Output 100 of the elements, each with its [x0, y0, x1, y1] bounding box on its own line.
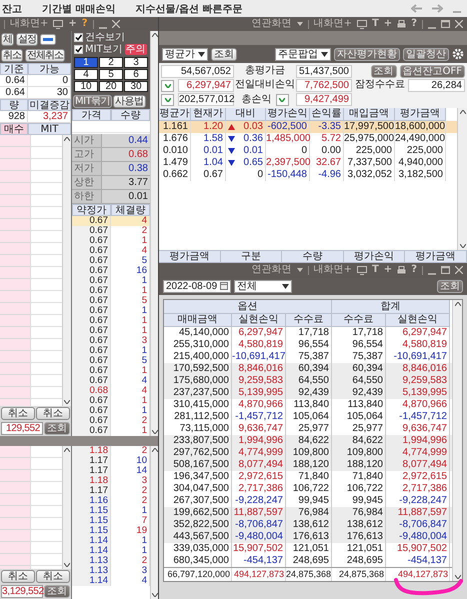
trade-row[interactable]: 0.67 2	[72, 416, 150, 426]
quantity-key[interactable]: 1	[74, 57, 98, 68]
quantity-key[interactable]: 2	[99, 57, 123, 68]
dropdown-button[interactable]	[161, 94, 174, 106]
quantity-key[interactable]: 4	[74, 69, 98, 80]
help-button[interactable]: ?	[411, 264, 417, 276]
scrollbar[interactable]	[62, 446, 71, 569]
scroll-down-icon[interactable]	[152, 430, 158, 434]
trade-row[interactable]: 0.67 4	[72, 376, 150, 386]
asset-status-button[interactable]: 자산평가현황	[334, 48, 400, 60]
trade-row[interactable]: 1.13 3	[72, 566, 150, 576]
price-basis-dropdown[interactable]: 평균가	[162, 48, 208, 60]
trade-row[interactable]: 0.67 1	[72, 286, 150, 296]
filter-dropdown[interactable]: 전체	[234, 280, 292, 292]
monitor-icon[interactable]	[53, 20, 64, 28]
chevron-down-icon[interactable]	[164, 84, 170, 88]
calendar-icon[interactable]	[220, 282, 228, 290]
monitor-icon[interactable]	[356, 20, 367, 28]
position-row[interactable]: 1.161 1.20 0.03 -602,500 -3.35 17,997,50018,600,000	[159, 121, 457, 133]
my-screen-menu[interactable]: 내화면+	[314, 264, 352, 276]
caret-icon[interactable]	[321, 52, 328, 56]
trade-row[interactable]: 1.15 1	[72, 506, 150, 516]
query-button[interactable]: 조회	[211, 48, 237, 60]
quantity-key[interactable]: 20	[99, 81, 123, 92]
liquidate-all-button[interactable]: 일괄청산	[403, 48, 449, 60]
add-button[interactable]: +	[384, 18, 392, 30]
checkbox[interactable]	[74, 32, 83, 42]
scroll-down-icon[interactable]	[64, 563, 70, 567]
cancel-button[interactable]: 취소	[36, 570, 70, 583]
scroll-down-icon[interactable]	[460, 244, 466, 248]
date-field[interactable]: 2022-08-09	[163, 280, 232, 292]
trade-row[interactable]: 1.15 7	[72, 516, 150, 526]
printer-icon[interactable]	[397, 266, 406, 274]
chevron-down-icon[interactable]	[164, 98, 170, 102]
trade-row[interactable]: 1.15 19	[72, 526, 150, 536]
related-screens-menu[interactable]: 연관화면	[252, 264, 292, 276]
close-icon[interactable]	[455, 266, 463, 274]
dropdown-button[interactable]	[276, 94, 288, 106]
maximize-icon[interactable]	[441, 20, 450, 28]
menu-tab[interactable]: 기간별 매매손익	[42, 2, 116, 16]
scroll-up-icon[interactable]	[64, 448, 70, 452]
related-screens-menu[interactable]: 연관화면	[252, 18, 292, 30]
forward-arrow-icon[interactable]	[432, 4, 443, 13]
quantity-key[interactable]: 10	[74, 81, 98, 92]
chevron-down-icon[interactable]	[279, 98, 285, 102]
trade-row[interactable]: 1.17 10	[72, 456, 150, 466]
close-icon[interactable]	[112, 20, 120, 28]
scroll-down-icon[interactable]	[152, 593, 158, 597]
trade-row[interactable]: 1.18 2	[72, 446, 150, 456]
trade-row[interactable]: 1.14 4	[72, 576, 150, 586]
order-popup-dropdown[interactable]: 주문팝업	[275, 48, 331, 60]
trade-row[interactable]: 0.67 1	[72, 276, 150, 286]
trade-row[interactable]: 0.67 1	[72, 326, 150, 336]
menu-tab[interactable]: 잔고	[2, 2, 22, 16]
trade-row[interactable]: 0.67 1	[72, 236, 150, 246]
trade-row[interactable]: 0.67 3	[72, 336, 150, 346]
trade-row[interactable]: 0.67 1	[72, 316, 150, 326]
menu-tab[interactable]: 지수선물/옵션 빠른주문	[135, 2, 243, 16]
trade-row[interactable]: 1.17 2	[72, 486, 150, 496]
quantity-key[interactable]: 30	[124, 81, 148, 92]
guide-button[interactable]: 사용법	[113, 95, 146, 108]
trade-row[interactable]: 1.17 14	[72, 466, 150, 476]
maximize-icon[interactable]	[441, 266, 450, 274]
query-button[interactable]: 조회	[44, 422, 70, 435]
toggle-icon[interactable]	[40, 34, 56, 44]
trade-row[interactable]: 1.14 1	[72, 546, 150, 556]
option-balance-button[interactable]: 옵션잔고OFF	[400, 65, 465, 78]
add-button[interactable]: +	[384, 264, 392, 276]
cancel-all-button[interactable]: 전체취소	[25, 48, 65, 62]
font-button[interactable]: T	[372, 264, 379, 276]
my-screen-menu[interactable]: 내화면+	[10, 18, 48, 30]
help-button[interactable]: ?	[411, 18, 417, 30]
caret-icon[interactable]	[282, 284, 290, 288]
quantity-key[interactable]: 6	[124, 69, 148, 80]
my-screen-menu[interactable]: 내화면+	[314, 18, 352, 30]
settings-icon[interactable]	[452, 48, 464, 60]
dropdown-button[interactable]	[161, 80, 174, 92]
trade-row[interactable]: 0.67 5	[72, 256, 150, 266]
settings-button[interactable]: 설정	[16, 32, 38, 46]
query-button[interactable]: 조회	[44, 585, 70, 598]
cancel-button[interactable]: 취소	[1, 48, 23, 62]
back-arrow-icon[interactable]	[411, 4, 422, 13]
scrollbar[interactable]	[452, 300, 462, 581]
trade-row[interactable]: 0.68 4	[72, 386, 150, 396]
scroll-up-icon[interactable]	[152, 33, 158, 37]
caret-icon[interactable]	[198, 52, 205, 56]
scroll-down-icon[interactable]	[454, 575, 460, 579]
trade-row[interactable]: 0.67 5	[72, 296, 150, 306]
cancel-button[interactable]: 취소	[36, 407, 70, 420]
query-button[interactable]: 조회	[370, 65, 397, 78]
add-button[interactable]: +	[68, 18, 77, 30]
checkbox[interactable]	[74, 44, 83, 54]
trade-row[interactable]: 1.16 2	[72, 496, 150, 506]
trade-row[interactable]: 0.67 1	[72, 366, 150, 376]
trade-row[interactable]: 0.67 2	[72, 226, 150, 236]
scroll-up-icon[interactable]	[64, 137, 70, 141]
scroll-up-icon[interactable]	[454, 302, 460, 306]
trade-row[interactable]: 0.67 1	[72, 306, 150, 316]
trade-row[interactable]: 1.18 3	[72, 476, 150, 486]
trade-row[interactable]: 1.14 1	[72, 536, 150, 546]
